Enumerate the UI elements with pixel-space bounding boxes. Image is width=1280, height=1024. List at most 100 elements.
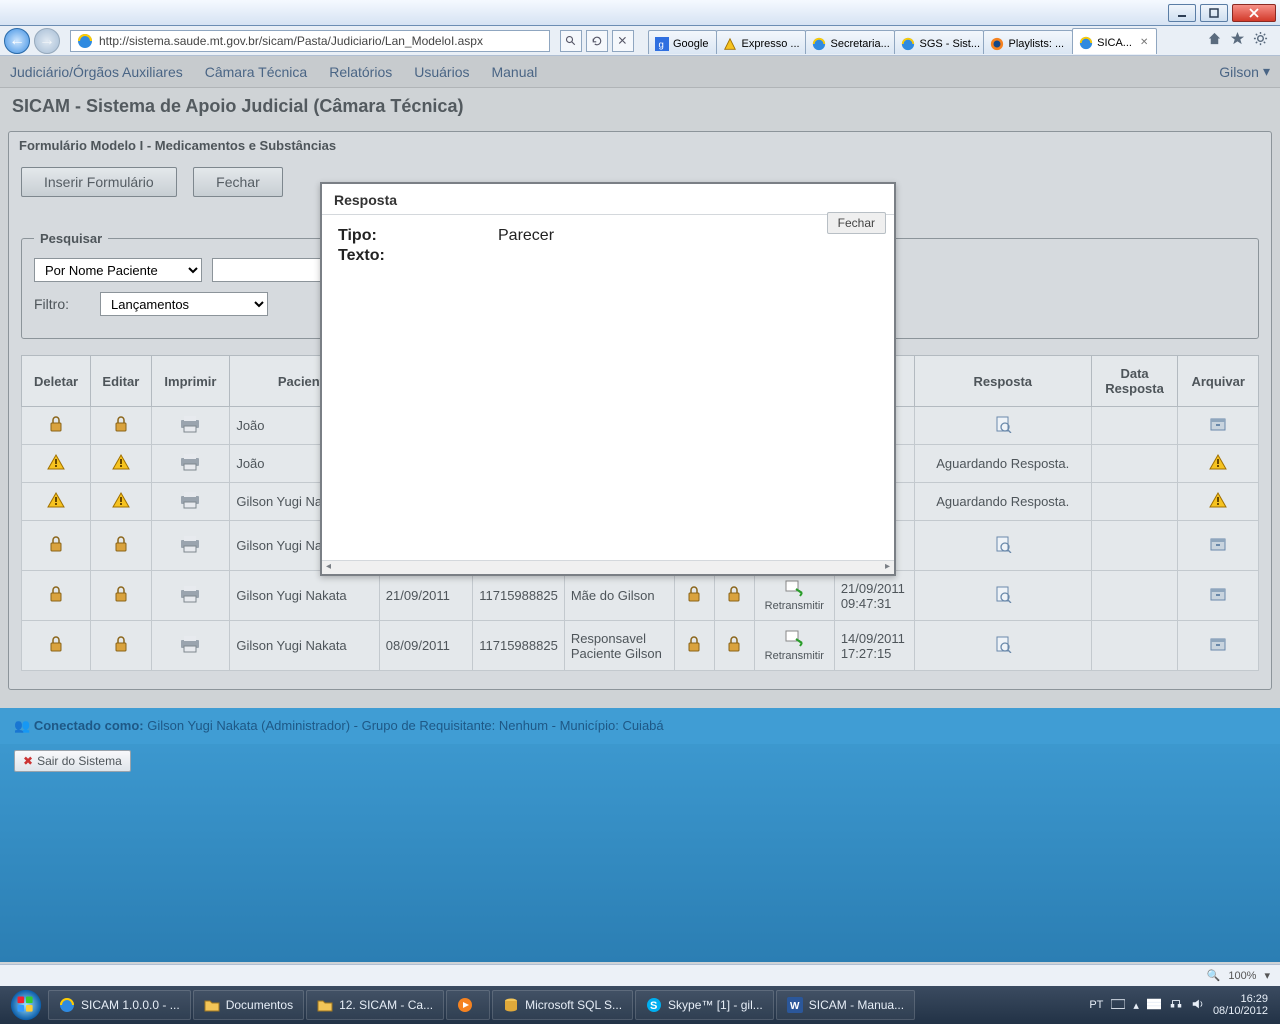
tray-keyboard-icon[interactable] <box>1111 997 1125 1014</box>
menu-judiciario[interactable]: Judiciário/Órgãos Auxiliares <box>10 64 183 80</box>
search-button[interactable] <box>560 30 582 52</box>
taskbar-item[interactable]: WSICAM - Manua... <box>776 990 915 1020</box>
cell-deletar[interactable] <box>22 483 91 521</box>
fechar-button[interactable]: Fechar <box>193 167 283 197</box>
google-icon: g <box>655 37 669 51</box>
cell-data-resposta <box>1091 571 1178 621</box>
menu-camara[interactable]: Câmara Técnica <box>205 64 307 80</box>
cell-imprimir[interactable] <box>151 407 230 445</box>
tab-secretaria[interactable]: Secretaria... <box>805 30 895 54</box>
tray-volume-icon[interactable] <box>1191 997 1205 1014</box>
cell-editar[interactable] <box>91 445 151 483</box>
menu-relatorios[interactable]: Relatórios <box>329 64 392 80</box>
taskbar-item[interactable]: Microsoft SQL S... <box>492 990 633 1020</box>
cell-imprimir[interactable] <box>151 445 230 483</box>
tab-expresso[interactable]: Expresso ... <box>716 30 806 54</box>
tray-flag-icon[interactable] <box>1147 997 1161 1014</box>
tab-google[interactable]: g Google <box>648 30 717 54</box>
tray-arrow-icon[interactable]: ▴ <box>1133 999 1139 1012</box>
cell-retrans[interactable]: Retransmitir <box>754 571 834 621</box>
cell-editar[interactable] <box>91 407 151 445</box>
cell-resposta[interactable] <box>914 571 1091 621</box>
cell-deletar[interactable] <box>22 621 91 671</box>
cell-deletar[interactable] <box>22 521 91 571</box>
cell-resposta[interactable] <box>914 621 1091 671</box>
cell-editar[interactable] <box>91 571 151 621</box>
modal-close-button[interactable]: Fechar <box>827 212 886 234</box>
logout-label: Sair do Sistema <box>37 754 122 768</box>
cell-lock2[interactable] <box>714 571 754 621</box>
cell-arquivar[interactable] <box>1178 621 1259 671</box>
cell-arquivar[interactable] <box>1178 407 1259 445</box>
cell-dt: 14/09/2011 17:27:15 <box>834 621 914 671</box>
modal-scrollbar[interactable]: ◂▸ <box>322 560 894 574</box>
tray-network-icon[interactable] <box>1169 997 1183 1014</box>
modal-title: Resposta <box>334 192 397 208</box>
cell-editar[interactable] <box>91 521 151 571</box>
tab-sgs[interactable]: SGS - Sist... <box>894 30 984 54</box>
taskbar-item[interactable]: SSkype™ [1] - gil... <box>635 990 774 1020</box>
back-button[interactable]: ← <box>4 28 30 54</box>
cell-imprimir[interactable] <box>151 483 230 521</box>
page-title: SICAM - Sistema de Apoio Judicial (Câmar… <box>0 88 1280 131</box>
zoom-dropdown-icon[interactable]: ▾ <box>1264 969 1270 982</box>
cell-lock1[interactable] <box>674 621 714 671</box>
folder-icon <box>317 997 333 1013</box>
tab-playlists[interactable]: Playlists: ... <box>983 30 1073 54</box>
cell-imprimir[interactable] <box>151 521 230 571</box>
cell-resposta[interactable] <box>914 407 1091 445</box>
taskbar-label: Microsoft SQL S... <box>525 998 622 1012</box>
stop-button[interactable] <box>612 30 634 52</box>
cell-editar[interactable] <box>91 621 151 671</box>
cell-imprimir[interactable] <box>151 621 230 671</box>
maximize-button[interactable] <box>1200 4 1228 22</box>
address-bar[interactable]: http://sistema.saude.mt.gov.br/sicam/Pas… <box>70 30 550 52</box>
tab-close-icon[interactable]: ✕ <box>1140 37 1148 48</box>
taskbar-item[interactable] <box>446 990 490 1020</box>
zoom-icon[interactable]: 🔍 <box>1207 969 1221 982</box>
cell-lock2[interactable] <box>714 621 754 671</box>
gear-icon[interactable] <box>1253 31 1268 51</box>
filtro-select[interactable]: Lançamentos <box>100 292 268 316</box>
cell-editar[interactable] <box>91 483 151 521</box>
minimize-button[interactable] <box>1168 4 1196 22</box>
cell-arquivar[interactable] <box>1178 521 1259 571</box>
tray-lang[interactable]: PT <box>1089 999 1103 1011</box>
cell-resp: Responsavel Paciente Gilson <box>564 621 674 671</box>
browser-tools <box>1199 31 1276 51</box>
refresh-button[interactable] <box>586 30 608 52</box>
filtro-label: Filtro: <box>34 296 90 312</box>
page-content: Judiciário/Órgãos Auxiliares Câmara Técn… <box>0 56 1280 964</box>
window-close-button[interactable] <box>1232 4 1276 22</box>
menu-manual[interactable]: Manual <box>491 64 537 80</box>
cell-deletar[interactable] <box>22 407 91 445</box>
favorites-icon[interactable] <box>1230 31 1245 51</box>
logout-button[interactable]: ✖ Sair do Sistema <box>14 750 131 772</box>
tab-label: Google <box>673 38 708 50</box>
inserir-button[interactable]: Inserir Formulário <box>21 167 177 197</box>
menu-usuarios[interactable]: Usuários <box>414 64 469 80</box>
tray-clock[interactable]: 16:29 08/10/2012 <box>1213 993 1268 1017</box>
user-menu[interactable]: Gilson ▾ <box>1219 63 1270 80</box>
cell-deletar[interactable] <box>22 445 91 483</box>
taskbar-item[interactable]: Documentos <box>193 990 304 1020</box>
forward-button[interactable]: → <box>34 28 60 54</box>
taskbar-item[interactable]: 12. SICAM - Ca... <box>306 990 444 1020</box>
cell-resposta[interactable] <box>914 521 1091 571</box>
start-button[interactable] <box>6 986 46 1024</box>
cell-arquivar[interactable] <box>1178 571 1259 621</box>
cell-arquivar[interactable] <box>1178 445 1259 483</box>
cell-deletar[interactable] <box>22 571 91 621</box>
window-titlebar <box>0 0 1280 26</box>
cell-imprimir[interactable] <box>151 571 230 621</box>
texto-label: Texto: <box>338 247 498 265</box>
cell-data: 21/09/2011 <box>379 571 472 621</box>
cell-lock1[interactable] <box>674 571 714 621</box>
modal-body: Tipo:Parecer Texto: <box>322 215 894 560</box>
search-by-select[interactable]: Por Nome Paciente <box>34 258 202 282</box>
home-icon[interactable] <box>1207 31 1222 51</box>
taskbar-item[interactable]: SICAM 1.0.0.0 - ... <box>48 990 191 1020</box>
cell-retrans[interactable]: Retransmitir <box>754 621 834 671</box>
cell-arquivar[interactable] <box>1178 483 1259 521</box>
tab-sicam[interactable]: SICA...✕ <box>1072 28 1157 54</box>
